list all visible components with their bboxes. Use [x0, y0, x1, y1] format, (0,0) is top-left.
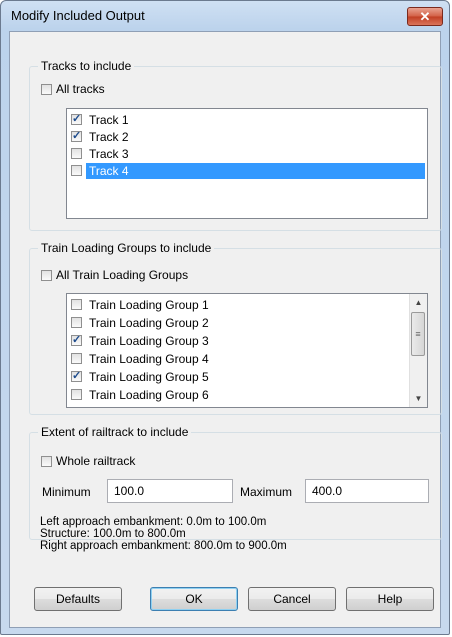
- checkbox-icon[interactable]: [71, 353, 82, 364]
- all-loading-groups-label: All Train Loading Groups: [56, 268, 189, 282]
- list-item[interactable]: Train Loading Group 4: [71, 350, 408, 367]
- tracks-group-label: Tracks to include: [38, 59, 135, 73]
- minimum-field[interactable]: 100.0: [107, 479, 233, 503]
- all-loading-groups-check-icon: [41, 269, 52, 281]
- minimum-value: 100.0: [114, 484, 145, 498]
- vertical-scrollbar[interactable]: ▲ ≡ ▼: [409, 294, 427, 407]
- checkbox-icon[interactable]: [71, 369, 82, 382]
- maximum-value: 400.0: [312, 484, 343, 498]
- ok-button[interactable]: OK: [150, 587, 238, 611]
- list-item[interactable]: Track 2: [71, 128, 425, 145]
- info-line: Right approach embankment: 800.0m to 900…: [40, 540, 287, 552]
- track-label: Track 2: [89, 129, 129, 144]
- whole-railtrack-check-icon: [41, 455, 52, 467]
- loading-groups-group-label: Train Loading Groups to include: [38, 241, 215, 255]
- info-line: Structure: 100.0m to 800.0m: [40, 528, 186, 540]
- cancel-button[interactable]: Cancel: [248, 587, 336, 611]
- maximum-field[interactable]: 400.0: [305, 479, 429, 503]
- loading-groups-listbox[interactable]: Train Loading Group 1 Train Loading Grou…: [66, 293, 428, 408]
- title-bar[interactable]: Modify Included Output ✕: [1, 1, 449, 31]
- list-item[interactable]: Track 1: [71, 111, 425, 128]
- loading-group-label: Train Loading Group 6: [89, 387, 209, 402]
- checkbox-icon[interactable]: [71, 148, 82, 159]
- scroll-up-arrow-icon[interactable]: ▲: [410, 294, 427, 311]
- close-button[interactable]: ✕: [407, 7, 443, 26]
- list-item[interactable]: Train Loading Group 5: [71, 368, 408, 385]
- whole-railtrack-checkbox[interactable]: Whole railtrack: [41, 454, 135, 468]
- extent-info: Left approach embankment: 0.0m to 100.0m…: [40, 516, 287, 552]
- loading-group-label: Train Loading Group 4: [89, 351, 209, 366]
- track-label: Track 4: [86, 162, 425, 179]
- help-button[interactable]: Help: [346, 587, 434, 611]
- defaults-button[interactable]: Defaults: [34, 587, 122, 611]
- checkbox-icon[interactable]: [71, 317, 82, 328]
- loading-group-label: Train Loading Group 1: [89, 297, 209, 312]
- list-item[interactable]: Train Loading Group 2: [71, 314, 408, 331]
- maximum-label: Maximum: [240, 485, 293, 499]
- all-tracks-checkbox[interactable]: All tracks: [41, 82, 105, 96]
- scroll-down-arrow-icon[interactable]: ▼: [410, 390, 427, 407]
- loading-group-label: Train Loading Group 5: [89, 369, 209, 384]
- checkbox-icon[interactable]: [71, 165, 82, 176]
- all-tracks-check-icon: [41, 83, 52, 95]
- whole-railtrack-label: Whole railtrack: [56, 454, 136, 468]
- checkbox-icon[interactable]: [71, 333, 82, 346]
- list-item[interactable]: Track 4: [71, 162, 425, 179]
- window-title: Modify Included Output: [11, 8, 145, 23]
- list-item[interactable]: Train Loading Group 3: [71, 332, 408, 349]
- track-label: Track 1: [89, 112, 129, 127]
- loading-group-label: Train Loading Group 2: [89, 315, 209, 330]
- all-loading-groups-checkbox[interactable]: All Train Loading Groups: [41, 268, 188, 282]
- checkbox-icon[interactable]: [71, 389, 82, 400]
- info-line: Left approach embankment: 0.0m to 100.0m: [40, 516, 267, 528]
- scrollbar-thumb[interactable]: ≡: [411, 312, 425, 356]
- all-tracks-label: All tracks: [56, 82, 105, 96]
- close-icon: ✕: [419, 9, 431, 24]
- list-item[interactable]: Train Loading Group 6: [71, 386, 408, 403]
- checkbox-icon[interactable]: [71, 299, 82, 310]
- list-item[interactable]: Train Loading Group 1: [71, 296, 408, 313]
- tracks-listbox[interactable]: Track 1 Track 2 Track 3 Track 4: [66, 108, 428, 219]
- track-label: Track 3: [89, 146, 129, 161]
- loading-group-label: Train Loading Group 3: [89, 333, 209, 348]
- checkbox-icon[interactable]: [71, 129, 82, 142]
- list-item[interactable]: Track 3: [71, 145, 425, 162]
- minimum-label: Minimum: [42, 485, 91, 499]
- checkbox-icon[interactable]: [71, 112, 82, 125]
- extent-group-label: Extent of railtrack to include: [38, 425, 192, 439]
